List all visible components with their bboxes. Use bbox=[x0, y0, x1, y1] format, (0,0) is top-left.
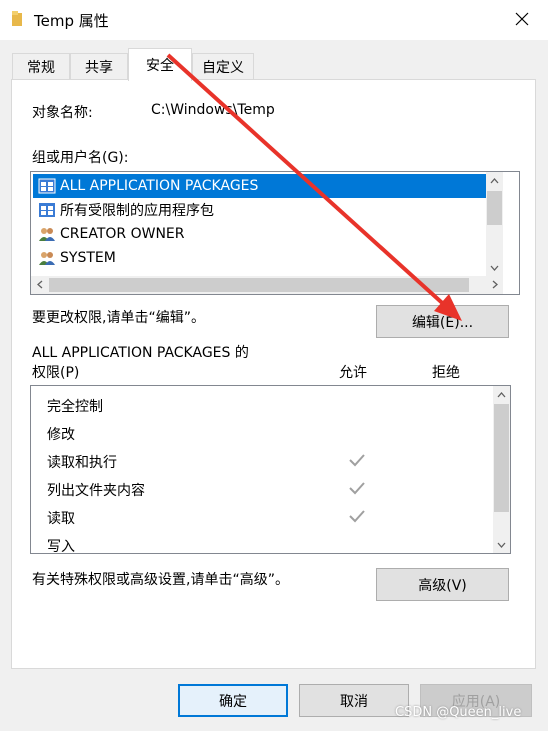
groups-label: 组或用户名(G): bbox=[32, 150, 129, 166]
permission-modify: 修改 bbox=[47, 427, 75, 443]
group-name: 所有受限制的应用程序包 bbox=[60, 203, 214, 219]
tab-custom[interactable]: 自定义 bbox=[192, 53, 254, 80]
watermark: CSDN @Queen_live bbox=[395, 705, 522, 720]
app-packages-icon bbox=[39, 203, 55, 217]
group-row-system[interactable]: SYSTEM bbox=[33, 246, 487, 270]
group-name: SYSTEM bbox=[60, 250, 116, 266]
chevron-up-icon bbox=[490, 177, 499, 183]
chevron-up-icon bbox=[497, 391, 506, 397]
chevron-down-icon bbox=[497, 542, 506, 548]
scroll-left-button[interactable] bbox=[31, 276, 48, 293]
groups-hscrollbar[interactable] bbox=[31, 276, 503, 294]
title-bar: Temp 属性 bbox=[0, 0, 548, 40]
close-icon bbox=[515, 12, 529, 26]
chevron-left-icon bbox=[36, 280, 42, 289]
scroll-up-button[interactable] bbox=[493, 386, 510, 403]
edit-button[interactable]: 编辑(E)... bbox=[376, 305, 509, 338]
group-row-all-app-packages[interactable]: ALL APPLICATION PACKAGES bbox=[33, 174, 487, 198]
tab-general[interactable]: 常规 bbox=[12, 53, 70, 80]
group-row-restricted-packages[interactable]: 所有受限制的应用程序包 bbox=[33, 198, 487, 222]
permission-write: 写入 bbox=[47, 539, 75, 554]
groups-vscrollbar[interactable] bbox=[486, 172, 503, 276]
scroll-thumb[interactable] bbox=[494, 404, 509, 512]
scroll-right-button[interactable] bbox=[486, 276, 503, 293]
deny-column-header: 拒绝 bbox=[432, 365, 460, 381]
permissions-title: ALL APPLICATION PACKAGES 的 bbox=[32, 345, 249, 361]
window-title: Temp 属性 bbox=[34, 12, 109, 30]
users-group-icon bbox=[39, 228, 55, 241]
chevron-right-icon bbox=[492, 280, 498, 289]
advanced-hint: 有关特殊权限或高级设置,请单击“高级”。 bbox=[32, 572, 289, 588]
tab-security[interactable]: 安全 bbox=[128, 48, 192, 81]
chevron-down-icon bbox=[490, 265, 499, 271]
scroll-up-button[interactable] bbox=[486, 172, 503, 189]
group-name: ALL APPLICATION PACKAGES bbox=[60, 178, 259, 194]
app-packages-icon bbox=[38, 178, 56, 194]
permission-list-folder: 列出文件夹内容 bbox=[47, 483, 145, 499]
hscroll-thumb[interactable] bbox=[49, 278, 469, 292]
permission-read: 读取 bbox=[47, 511, 75, 527]
advanced-button[interactable]: 高级(V) bbox=[376, 568, 509, 601]
ok-button[interactable]: 确定 bbox=[178, 684, 288, 717]
close-button[interactable] bbox=[504, 4, 540, 34]
object-name-label: 对象名称: bbox=[32, 105, 93, 121]
check-icon bbox=[349, 482, 365, 495]
edit-hint: 要更改权限,请单击“编辑”。 bbox=[32, 310, 205, 326]
groups-listbox[interactable]: ALL APPLICATION PACKAGES 所有受限制的应用程序包 CRE… bbox=[30, 171, 520, 295]
allow-column-header: 允许 bbox=[339, 365, 367, 381]
permission-read-execute: 读取和执行 bbox=[47, 455, 117, 471]
object-name-value: C:\Windows\Temp bbox=[151, 102, 275, 118]
permissions-listbox[interactable]: 完全控制 修改 读取和执行 列出文件夹内容 读取 写入 bbox=[30, 385, 511, 554]
tab-strip: 常规 共享 安全 自定义 bbox=[0, 48, 548, 81]
group-row-creator-owner[interactable]: CREATOR OWNER bbox=[33, 222, 487, 246]
folder-icon bbox=[12, 11, 22, 26]
check-icon bbox=[349, 454, 365, 467]
check-icon bbox=[349, 510, 365, 523]
permissions-vscrollbar[interactable] bbox=[493, 386, 510, 553]
tab-sharing[interactable]: 共享 bbox=[70, 53, 128, 80]
cancel-button[interactable]: 取消 bbox=[299, 684, 409, 717]
permission-full-control: 完全控制 bbox=[47, 399, 103, 415]
scroll-thumb[interactable] bbox=[487, 191, 502, 225]
scroll-down-button[interactable] bbox=[486, 259, 503, 276]
scroll-down-button[interactable] bbox=[493, 536, 510, 553]
group-name: CREATOR OWNER bbox=[60, 226, 185, 242]
security-panel: 对象名称: C:\Windows\Temp 组或用户名(G): ALL APPL… bbox=[11, 79, 536, 669]
users-group-icon bbox=[39, 252, 55, 265]
permissions-label: 权限(P) bbox=[32, 365, 80, 381]
